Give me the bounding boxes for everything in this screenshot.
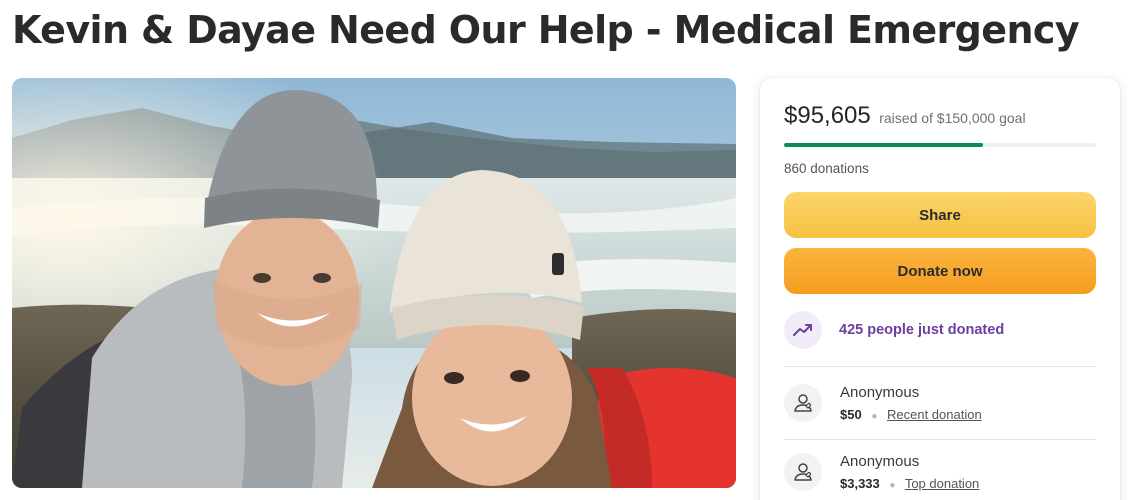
recent-donation-link[interactable]: Recent donation (887, 407, 982, 422)
donor-amount: $3,333 (840, 476, 880, 491)
donor-item: Anonymous $3,333 ● Top donation (784, 453, 979, 491)
progress-bar (784, 143, 1096, 147)
progress-fill (784, 143, 983, 147)
donate-now-button[interactable]: Donate now (784, 248, 1096, 294)
donor-heart-hand-icon (784, 453, 822, 491)
trending-up-icon (784, 311, 822, 349)
campaign-hero-image (12, 78, 736, 488)
goal-text: raised of $150,000 goal (879, 110, 1026, 126)
share-button[interactable]: Share (784, 192, 1096, 238)
recent-donations-trend: 425 people just donated (784, 311, 1004, 349)
couple-selfie-photo (12, 78, 736, 488)
donations-count: 860 donations (784, 161, 869, 176)
top-donation-link[interactable]: Top donation (905, 476, 979, 491)
separator-dot: ● (889, 480, 896, 491)
separator-dot: ● (871, 411, 878, 422)
donor-name: Anonymous (840, 453, 920, 470)
amount-raised-row: $95,605 raised of $150,000 goal (784, 102, 1026, 130)
donor-item: Anonymous $50 ● Recent donation (784, 384, 982, 422)
trend-text: 425 people just donated (839, 322, 1005, 338)
donor-heart-hand-icon (784, 384, 822, 422)
divider (784, 366, 1096, 367)
page-title: Kevin & Dayae Need Our Help - Medical Em… (12, 8, 1080, 52)
donor-name: Anonymous (840, 384, 920, 401)
raised-amount: $95,605 (784, 102, 871, 129)
donor-amount: $50 (840, 407, 862, 422)
divider (784, 439, 1096, 440)
donation-panel: $95,605 raised of $150,000 goal 860 dona… (760, 78, 1120, 500)
